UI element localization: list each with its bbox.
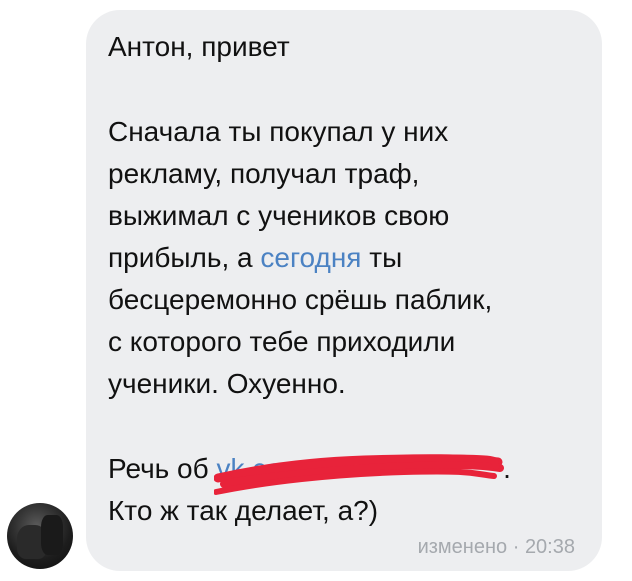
message-line: прибыль, а сегодня ты: [108, 241, 402, 275]
message-text: ты: [361, 242, 403, 273]
message-time: 20:38: [524, 536, 575, 558]
message-text: .: [503, 453, 511, 484]
meta-separator: ·: [507, 536, 525, 558]
message-line: Сначала ты покупал у них: [108, 116, 449, 147]
redaction-scribble: [214, 454, 504, 495]
message-line: ученики. Охуенно.: [108, 368, 346, 399]
message-meta: изменено · 20:38: [418, 536, 575, 559]
edited-label: изменено: [417, 536, 508, 558]
message-line: рекламу, получал траф,: [108, 158, 420, 189]
message-line: бесцеремонно срёшь паблик,: [108, 284, 493, 315]
message-line: выжимал с учеников свою: [108, 200, 450, 231]
message-line: с которого тебе приходили: [108, 326, 456, 357]
message-greeting: Антон, привет: [108, 31, 290, 62]
avatar[interactable]: [7, 503, 73, 569]
message-text: Речь об: [108, 453, 217, 484]
message-line: Кто ж так делает, а?): [108, 495, 379, 526]
message-text: прибыль, а: [108, 242, 261, 273]
avatar-figure: [41, 515, 63, 555]
date-link[interactable]: сегодня: [260, 242, 361, 273]
